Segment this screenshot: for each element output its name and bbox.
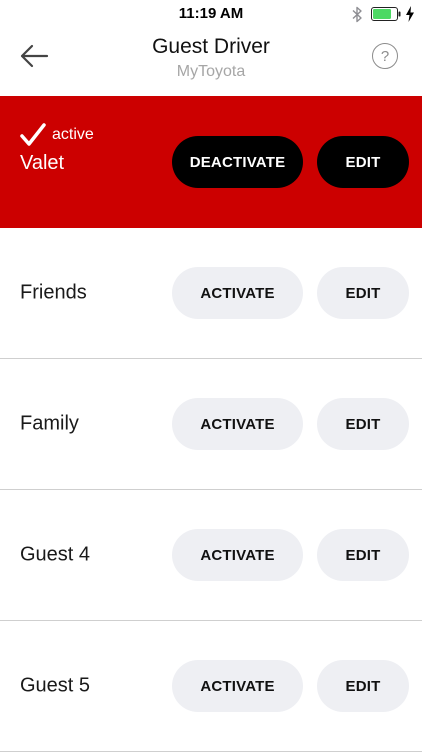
help-icon: ? xyxy=(380,47,390,65)
profile-name: Guest 5 xyxy=(20,674,91,697)
bluetooth-icon xyxy=(352,6,362,23)
edit-button[interactable]: EDIT xyxy=(317,267,409,319)
status-bar: 11:19 AM xyxy=(0,0,422,28)
profile-name: Family xyxy=(20,412,79,435)
charging-icon xyxy=(406,6,414,22)
activate-button[interactable]: ACTIVATE xyxy=(172,398,303,450)
battery-icon xyxy=(371,7,401,21)
navigation-bar: Guest Driver MyToyota ? xyxy=(0,28,422,96)
edit-button[interactable]: EDIT xyxy=(317,398,409,450)
deactivate-button[interactable]: DEACTIVATE xyxy=(172,136,303,188)
help-button[interactable]: ? xyxy=(372,43,398,69)
edit-button[interactable]: EDIT xyxy=(317,660,409,712)
profile-row-guest-4: Guest 4 ACTIVATE EDIT xyxy=(0,490,422,621)
page-title: Guest Driver xyxy=(152,35,270,58)
profile-name: Friends xyxy=(20,281,87,304)
profile-row-guest-5: Guest 5 ACTIVATE EDIT xyxy=(0,621,422,752)
edit-button[interactable]: EDIT xyxy=(317,136,409,188)
activate-button[interactable]: ACTIVATE xyxy=(172,267,303,319)
profile-name: Guest 4 xyxy=(20,543,91,566)
edit-button[interactable]: EDIT xyxy=(317,529,409,581)
activate-button[interactable]: ACTIVATE xyxy=(172,660,303,712)
guest-profile-list: active Valet DEACTIVATE EDIT Friends ACT… xyxy=(0,96,422,752)
profile-row-family: Family ACTIVATE EDIT xyxy=(0,359,422,490)
active-indicator: active xyxy=(20,123,94,147)
checkmark-icon xyxy=(20,123,46,146)
profile-name: Valet xyxy=(20,152,65,174)
active-status-label: active xyxy=(52,126,94,143)
page-subtitle: MyToyota xyxy=(176,63,246,80)
activate-button[interactable]: ACTIVATE xyxy=(172,529,303,581)
profile-row-friends: Friends ACTIVATE EDIT xyxy=(0,228,422,359)
profile-row-valet: active Valet DEACTIVATE EDIT xyxy=(0,96,422,228)
